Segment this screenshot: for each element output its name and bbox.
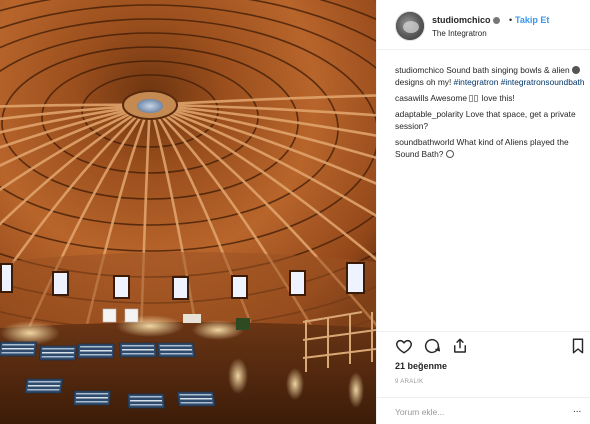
post-header: studiomchico • Takip Et The Integratron [377,0,590,50]
comment-text-alien: alien [551,65,570,75]
emoji-placeholder-icon [474,95,479,102]
post-date: 9 ARALIK [395,379,424,385]
post-photo[interactable] [0,0,376,424]
speech-bubble-icon [424,338,441,354]
like-button[interactable] [395,337,413,355]
dome-interior-image [0,0,376,424]
separator-dot: • [509,15,513,25]
comment-text: love this! [481,93,515,103]
share-upload-icon [454,338,466,353]
list-item: studiomchico Sound bath singing bowls & … [395,64,585,88]
badge-icon [492,17,500,25]
avatar[interactable] [395,11,425,41]
likes-count[interactable]: 21 beğenme [395,361,447,371]
share-button[interactable] [451,337,469,355]
comments-list: studiomchico Sound bath singing bowls & … [395,64,585,164]
add-comment-bar: ... [377,397,590,424]
list-item: soundbathworld What kind of Aliens playe… [395,136,585,160]
comment-button[interactable] [423,337,441,355]
list-item: adaptable_polarity Love that space, get … [395,108,585,132]
username-link[interactable]: studiomchico [432,15,500,25]
comment-text-tail: designs oh my! [395,77,452,87]
username-text: studiomchico [432,15,491,25]
follow-button[interactable]: Takip Et [515,15,549,25]
heart-outline-icon [396,339,412,354]
emoji-placeholder-icon [469,95,474,102]
more-options-button[interactable]: ... [573,404,581,415]
comment-username[interactable]: soundbathworld [395,137,454,147]
comment-text: Awesome [430,93,468,103]
hashtag-link[interactable]: #integratron [454,77,499,87]
bookmark-icon [572,338,584,354]
post-side-panel: studiomchico • Takip Et The Integratron … [376,0,590,424]
comment-username[interactable]: studiomchico [395,65,444,75]
hashtag-link[interactable]: #integratronsoundbath [501,77,585,87]
comment-username[interactable]: casawills [395,93,429,103]
smiley-emoji-icon [445,150,454,158]
save-button[interactable] [569,337,587,355]
comment-input[interactable] [395,405,545,419]
alien-emoji-icon [571,66,580,74]
location-link[interactable]: The Integratron [432,29,487,38]
comment-text: Sound bath singing bowls & [446,65,550,75]
list-item: casawills Awesome love this! [395,92,585,104]
post-actions [377,331,590,357]
comment-username[interactable]: adaptable_polarity [395,109,463,119]
